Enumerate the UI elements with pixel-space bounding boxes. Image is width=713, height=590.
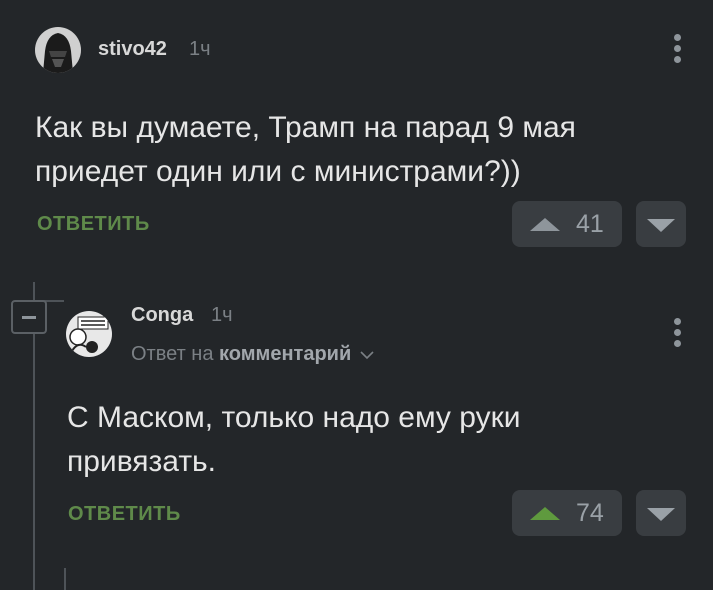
avatar[interactable] [66,311,112,357]
cartoon-avatar-icon [66,311,112,357]
username[interactable]: stivo42 [98,38,167,61]
reply-to-link[interactable]: Ответ на комментарий [131,343,374,366]
reply-button[interactable]: ОТВЕТИТЬ [68,503,181,526]
upvote-button[interactable]: 74 [512,490,622,536]
rating-count: 74 [576,499,604,527]
username[interactable]: Conga [131,304,193,327]
arrow-down-icon [647,508,675,521]
downvote-button[interactable] [636,490,686,536]
reply-to-prefix: Ответ на [131,343,214,365]
arrow-up-icon [530,218,560,231]
collapse-thread-button[interactable] [11,300,47,334]
thread-line-nested [64,568,66,590]
comment-text: Как вы думаете, Трамп на парад 9 мая при… [35,111,576,188]
arrow-down-icon [647,219,675,232]
reply-to-target[interactable]: комментарий [219,343,351,365]
more-options-icon[interactable] [674,318,682,351]
comment-text: С Маском, только надо ему руки привязать… [67,401,521,478]
rating-count: 41 [576,210,604,238]
upvote-button[interactable]: 41 [512,201,622,247]
more-options-icon[interactable] [674,34,682,67]
avatar[interactable] [35,27,81,73]
comment-time: 1ч [211,304,233,326]
darth-vader-avatar-icon [35,27,81,73]
chevron-down-icon[interactable] [360,350,374,360]
arrow-up-icon [530,507,560,520]
comment-time: 1ч [189,38,211,60]
downvote-button[interactable] [636,201,686,247]
reply-button[interactable]: ОТВЕТИТЬ [37,213,150,236]
